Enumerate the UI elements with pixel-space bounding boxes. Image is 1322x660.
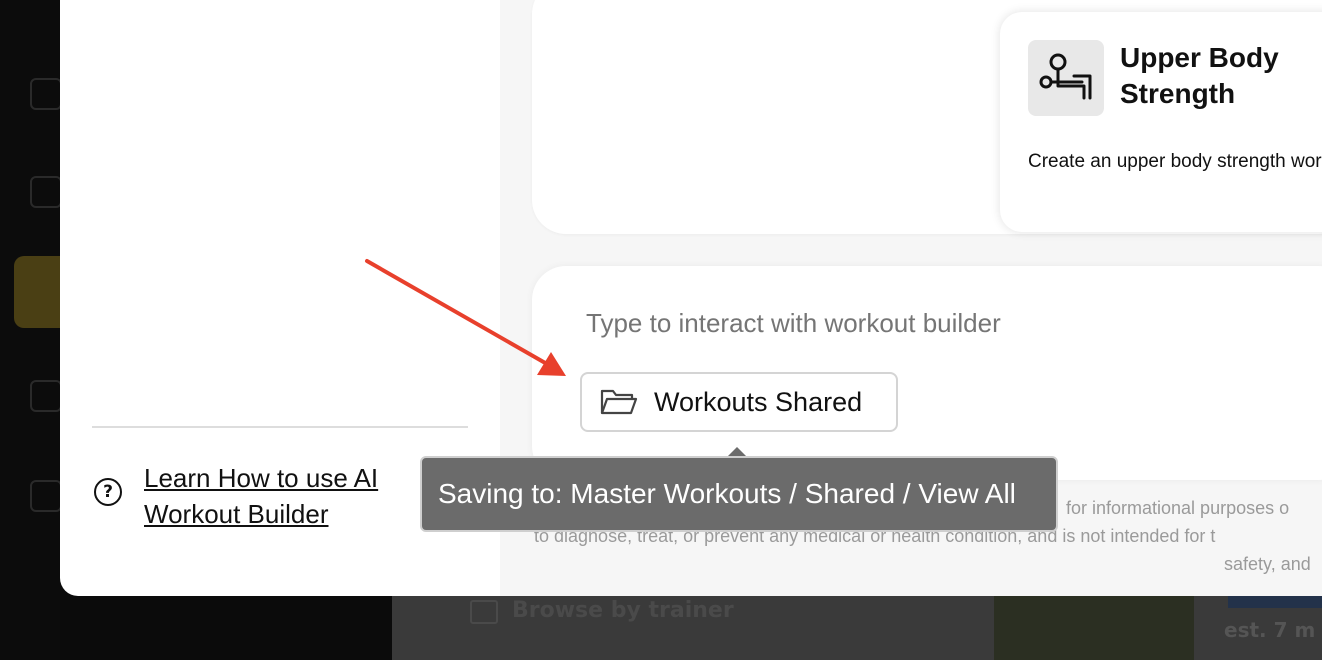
- annotation-arrow: [365, 259, 566, 376]
